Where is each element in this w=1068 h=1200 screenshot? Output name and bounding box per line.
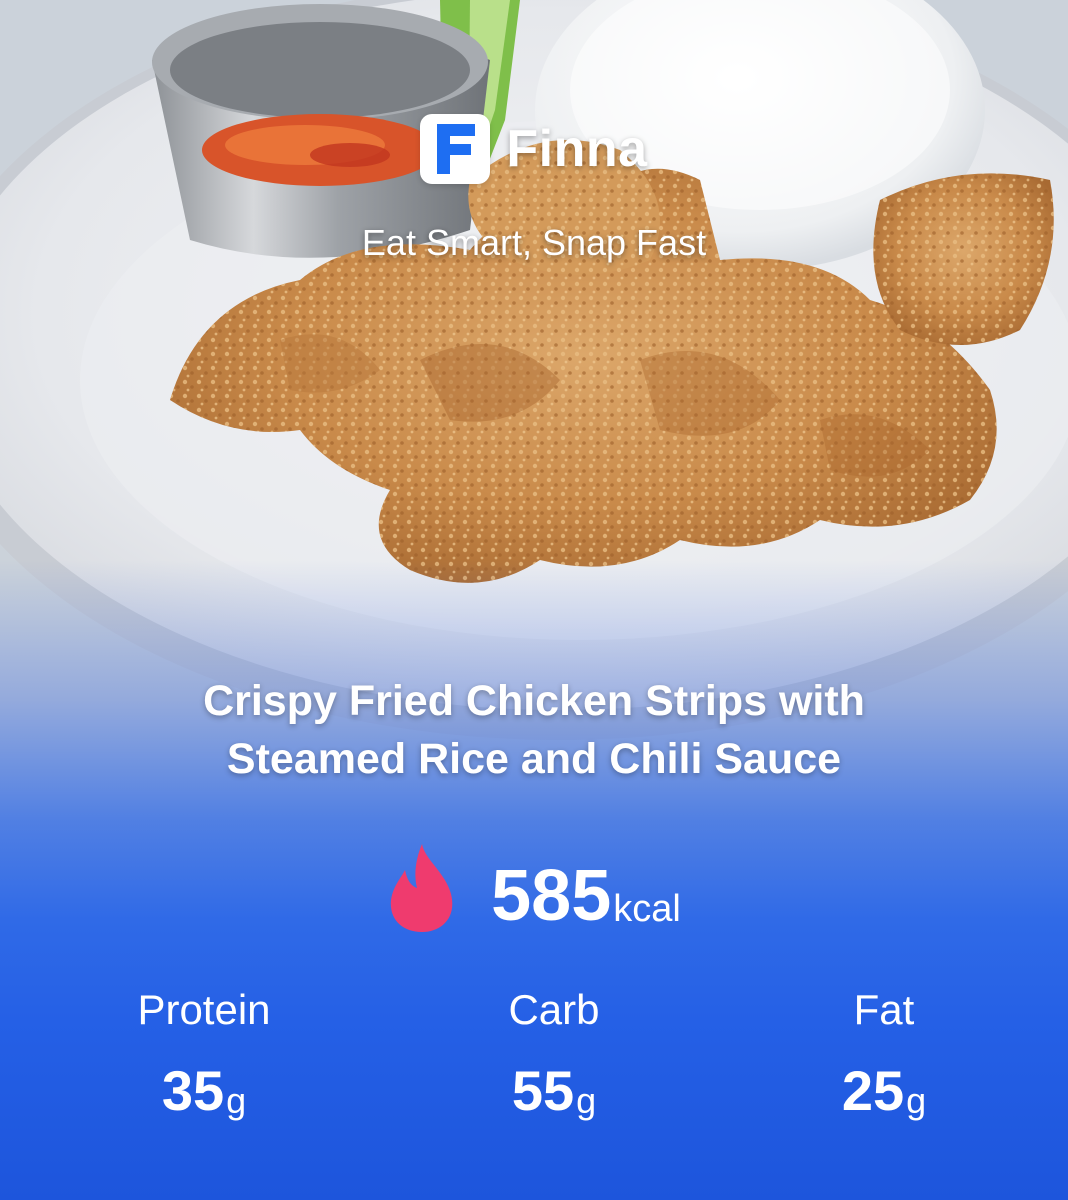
dish-title-line-1: Crispy Fried Chicken Strips with	[203, 677, 865, 725]
calorie-value: 585	[491, 856, 612, 936]
macro-unit: g	[226, 1080, 247, 1121]
brand-header: Finna	[0, 114, 1068, 184]
finna-logo-icon	[437, 124, 476, 174]
macro-unit: g	[576, 1080, 597, 1121]
calorie-summary: 585 kcal	[0, 842, 1068, 932]
macro-amount: 55	[511, 1059, 575, 1122]
macro-label: Protein	[137, 986, 271, 1033]
app-name: Finna	[506, 120, 648, 178]
macro-amount: 35	[161, 1059, 225, 1122]
result-card: Finna Eat Smart, Snap Fast Crispy Fried …	[0, 0, 1068, 1200]
macro-label: Fat	[853, 986, 915, 1033]
macro-value: 35 g	[84, 1063, 324, 1119]
calorie-unit: kcal	[613, 888, 681, 930]
macro-fat: Fat 25 g	[764, 985, 1004, 1119]
app-logo	[420, 114, 491, 184]
macro-amount: 25	[841, 1059, 905, 1122]
flame-icon	[390, 844, 453, 932]
macro-value: 25 g	[764, 1063, 1004, 1119]
macro-value: 55 g	[434, 1063, 674, 1119]
macro-carb: Carb 55 g	[434, 985, 674, 1119]
macro-unit: g	[906, 1080, 927, 1121]
dish-title: Crispy Fried Chicken Strips with Steamed…	[84, 672, 984, 788]
app-tagline: Eat Smart, Snap Fast	[361, 222, 707, 263]
macro-label: Carb	[508, 986, 600, 1033]
dish-title-line-2: Steamed Rice and Chili Sauce	[226, 735, 842, 783]
macro-protein: Protein 35 g	[84, 985, 324, 1119]
